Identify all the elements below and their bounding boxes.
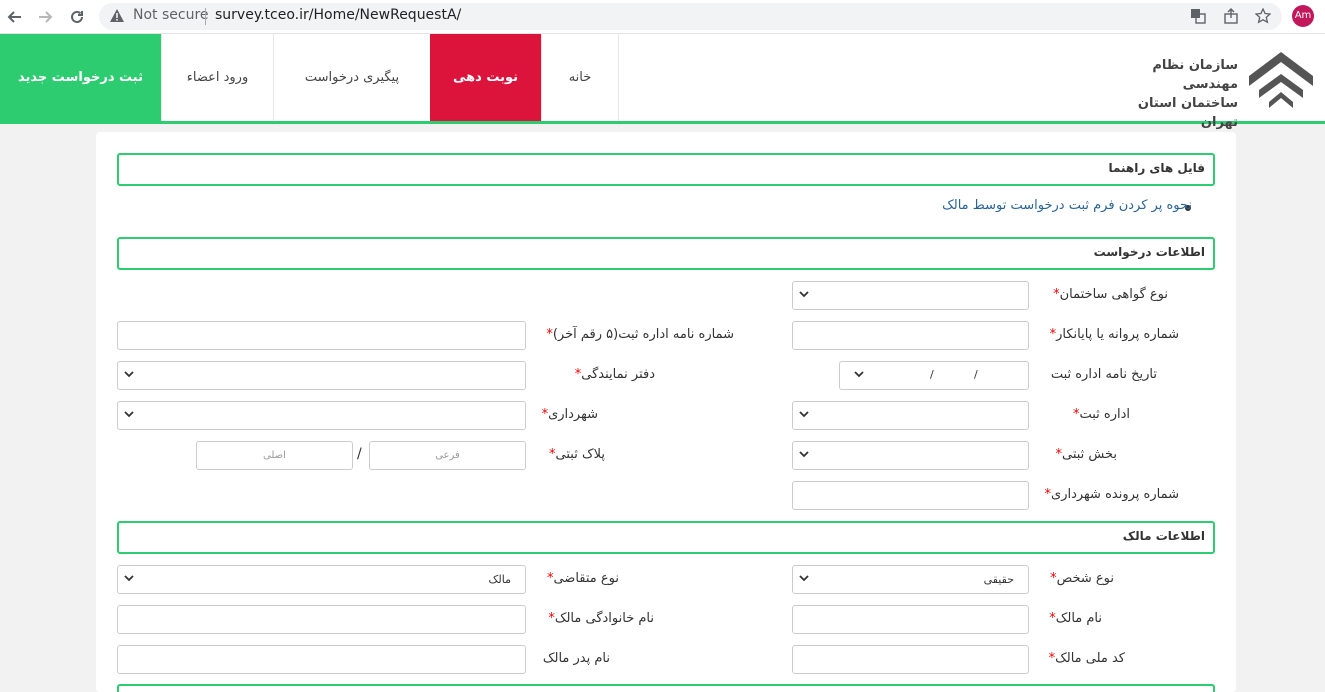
- owner-name-text: نام مالک: [1055, 611, 1102, 626]
- registry-letter-number-text: شماره نامه اداره ثبت(۵ رقم آخر): [552, 327, 734, 342]
- chevron-down-icon: [854, 371, 864, 378]
- chevron-down-icon: [124, 411, 134, 418]
- certificate-type-label: نوع گواهی ساختمان*: [1053, 287, 1168, 302]
- owner-family-input[interactable]: [117, 605, 526, 634]
- permit-number-input[interactable]: [792, 321, 1029, 350]
- applicant-type-select[interactable]: مالک: [117, 565, 526, 594]
- registry-letter-date-picker[interactable]: / /: [839, 361, 1029, 390]
- nav-login[interactable]: ورود اعضاء: [161, 34, 273, 121]
- father-name-text: نام پدر مالک: [542, 651, 610, 666]
- request-info-section-header: اطلاعات درخواست: [117, 237, 1215, 270]
- share-icon[interactable]: [1223, 8, 1239, 28]
- chevron-down-icon: [799, 575, 809, 582]
- permit-number-text: شماره پروانه یا پایانکار: [1056, 327, 1179, 342]
- guides-section-header: فایل های راهنما: [117, 153, 1215, 186]
- site-header: ثبت درخواست جدید ورود اعضاء پیگیری درخوا…: [0, 34, 1325, 130]
- nav-appointment[interactable]: نوبت دهی: [430, 34, 541, 121]
- plot-main-placeholder: اصلی: [263, 450, 286, 461]
- not-secure-label: Not secure: [133, 7, 209, 23]
- certificate-type-select[interactable]: [792, 281, 1029, 310]
- agency-office-text: دفتر نمایندگی: [581, 367, 655, 382]
- bookmark-star-icon[interactable]: [1254, 7, 1272, 28]
- registry-letter-number-input[interactable]: [117, 321, 526, 350]
- certificate-type-text: نوع گواهی ساختمان: [1059, 287, 1168, 302]
- permit-number-label: شماره پروانه یا پایانکار*: [1050, 327, 1179, 342]
- date-separator: /: [974, 368, 978, 381]
- registry-section-select[interactable]: [792, 441, 1029, 470]
- plot-sub-placeholder: فرعی: [435, 450, 460, 461]
- url-text[interactable]: survey.tceo.ir/Home/NewRequestA/: [215, 7, 461, 23]
- municipality-file-text: شماره پرونده شهرداری: [1051, 487, 1179, 502]
- applicant-type-text: نوع متقاضی: [553, 571, 619, 586]
- org-logo-icon: [1245, 46, 1317, 116]
- person-type-text: نوع شخص: [1056, 571, 1114, 586]
- registry-section-label: بخش ثبتی*: [1055, 447, 1117, 462]
- request-info-section-title: اطلاعات درخواست: [1093, 245, 1205, 259]
- owner-name-label: نام مالک*: [1049, 611, 1102, 626]
- nav-tracking[interactable]: پیگیری درخواست: [273, 34, 430, 121]
- municipality-file-label: شماره پرونده شهرداری*: [1045, 487, 1179, 502]
- chevron-down-icon: [799, 451, 809, 458]
- guides-section-title: فایل های راهنما: [1108, 161, 1205, 175]
- national-code-input[interactable]: [792, 645, 1029, 674]
- father-name-label: نام پدر مالک: [543, 651, 610, 666]
- nav-home[interactable]: خانه: [541, 34, 619, 121]
- owner-info-section-header: اطلاعات مالک: [117, 521, 1215, 554]
- agency-office-label: دفتر نمایندگی*: [575, 367, 655, 382]
- chevron-down-icon: [799, 291, 809, 298]
- plot-number-label: پلاک ثبتی*: [549, 447, 605, 462]
- owner-info-section-title: اطلاعات مالک: [1122, 529, 1205, 543]
- plot-sub-input[interactable]: فرعی: [369, 441, 526, 470]
- address-bar[interactable]: Not secure survey.tceo.ir/Home/NewReques…: [99, 3, 1282, 30]
- person-type-value: حقیقی: [983, 573, 1014, 586]
- registry-letter-date-text: تاریخ نامه اداره ثبت: [1050, 367, 1157, 382]
- registry-office-label: اداره ثبت*: [1073, 407, 1130, 422]
- national-code-text: کد ملی مالک: [1055, 651, 1125, 666]
- chevron-down-icon: [799, 411, 809, 418]
- org-name-line1: سازمان نظام مهندسی: [1152, 58, 1238, 92]
- profile-avatar[interactable]: Am: [1292, 5, 1314, 27]
- applicant-type-label: نوع متقاضی*: [547, 571, 619, 586]
- url-separator: [205, 8, 206, 25]
- registry-letter-number-label: شماره نامه اداره ثبت(۵ رقم آخر)*: [546, 327, 734, 342]
- person-type-label: نوع شخص*: [1050, 571, 1114, 586]
- translate-icon[interactable]: [1190, 8, 1206, 28]
- plot-number-text: پلاک ثبتی: [555, 447, 605, 462]
- registry-letter-date-label: تاریخ نامه اداره ثبت: [1051, 367, 1157, 382]
- municipality-label: شهرداری*: [542, 407, 598, 422]
- municipality-file-input[interactable]: [792, 481, 1029, 510]
- agency-office-select[interactable]: [117, 361, 526, 390]
- form-panel: فایل های راهنما نحوه پر کردن فرم ثبت درخ…: [96, 132, 1236, 692]
- registry-office-text: اداره ثبت: [1079, 407, 1130, 422]
- owner-guide-link[interactable]: نحوه پر کردن فرم ثبت درخواست توسط مالک: [942, 198, 1192, 213]
- browser-toolbar: Not secure survey.tceo.ir/Home/NewReques…: [0, 0, 1325, 34]
- date-separator: /: [930, 368, 934, 381]
- warning-icon: [109, 8, 125, 27]
- registry-office-select[interactable]: [792, 401, 1029, 430]
- person-type-select[interactable]: حقیقی: [792, 565, 1029, 594]
- registry-section-text: بخش ثبتی: [1061, 447, 1117, 462]
- chevron-down-icon: [124, 575, 134, 582]
- father-name-input[interactable]: [117, 645, 526, 674]
- municipality-select[interactable]: [117, 401, 526, 430]
- org-name-line2: ساختمان استان تهران: [1137, 96, 1238, 130]
- forward-icon[interactable]: [34, 6, 56, 28]
- owner-name-input[interactable]: [792, 605, 1029, 634]
- owner-family-text: نام خانوادگی مالک: [554, 611, 654, 626]
- plot-separator: /: [357, 446, 362, 462]
- chevron-down-icon: [124, 371, 134, 378]
- plot-main-input[interactable]: اصلی: [196, 441, 353, 470]
- national-code-label: کد ملی مالک*: [1049, 651, 1125, 666]
- applicant-type-value: مالک: [488, 573, 511, 586]
- reload-icon[interactable]: [66, 6, 88, 28]
- org-name: سازمان نظام مهندسی ساختمان استان تهران: [1100, 56, 1238, 132]
- municipality-text: شهرداری: [548, 407, 598, 422]
- back-icon[interactable]: [4, 6, 26, 28]
- new-request-button[interactable]: ثبت درخواست جدید: [0, 34, 161, 121]
- next-section-header: [117, 684, 1215, 692]
- owner-family-label: نام خانوادگی مالک*: [548, 611, 654, 626]
